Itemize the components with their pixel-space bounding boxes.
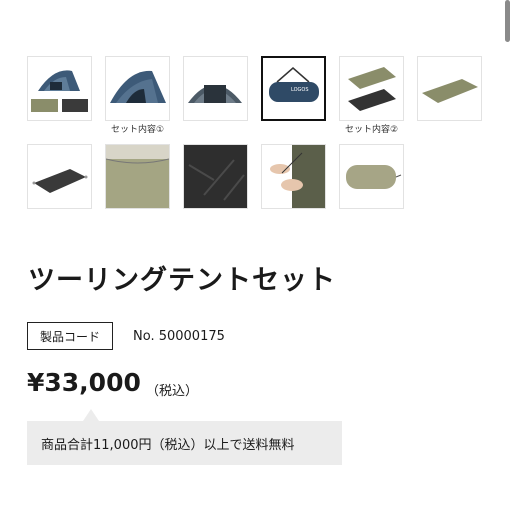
product-title: ツーリングテントセット <box>28 265 336 296</box>
thumbnail-image[interactable] <box>105 144 170 209</box>
product-code-value: No. 50000175 <box>133 329 225 344</box>
bag-logo: LOGOS <box>291 87 309 93</box>
product-code-label: 製品コード <box>27 322 113 350</box>
thumbnail-image[interactable] <box>339 56 404 121</box>
scrollbar[interactable] <box>505 0 510 42</box>
thumbnail-gallery: セット内容① LOGOS セット内容② <box>27 56 487 224</box>
thumbnail-image[interactable] <box>27 56 92 121</box>
thumbnail-image-selected[interactable]: LOGOS <box>261 56 326 121</box>
product-price: ¥33,000 <box>27 368 141 397</box>
thumbnail-caption: セット内容② <box>344 125 399 135</box>
thumbnail-image[interactable] <box>183 56 248 121</box>
thumbnail-image[interactable] <box>261 144 326 209</box>
thumbnail-hands-detail[interactable] <box>261 144 326 224</box>
shipping-note-pointer <box>83 409 99 421</box>
thumbnail-mats-set[interactable]: セット内容② <box>339 56 404 136</box>
thumbnail-carry-bag[interactable]: LOGOS <box>261 56 326 136</box>
thumbnail-image[interactable] <box>105 56 170 121</box>
shipping-note: 商品合計11,000円（税込）以上で送料無料 <box>27 421 342 465</box>
thumbnail-stuff-sack[interactable] <box>339 144 404 224</box>
thumbnail-mat-detail[interactable] <box>105 144 170 224</box>
thumbnail-image[interactable] <box>417 56 482 121</box>
tax-note: （税込） <box>146 384 199 399</box>
thumbnail-sheet-texture[interactable] <box>183 144 248 224</box>
thumbnail-image[interactable] <box>339 144 404 209</box>
thumbnail-green-mat[interactable] <box>417 56 482 136</box>
thumbnail-tent-angle-1[interactable]: セット内容① <box>105 56 170 136</box>
thumbnail-tent-set-overview[interactable] <box>27 56 92 136</box>
thumbnail-ground-sheet[interactable] <box>27 144 92 224</box>
thumbnail-tent-angle-2[interactable] <box>183 56 248 136</box>
thumbnail-caption: セット内容① <box>110 125 165 135</box>
thumbnail-image[interactable] <box>27 144 92 209</box>
thumbnail-image[interactable] <box>183 144 248 209</box>
